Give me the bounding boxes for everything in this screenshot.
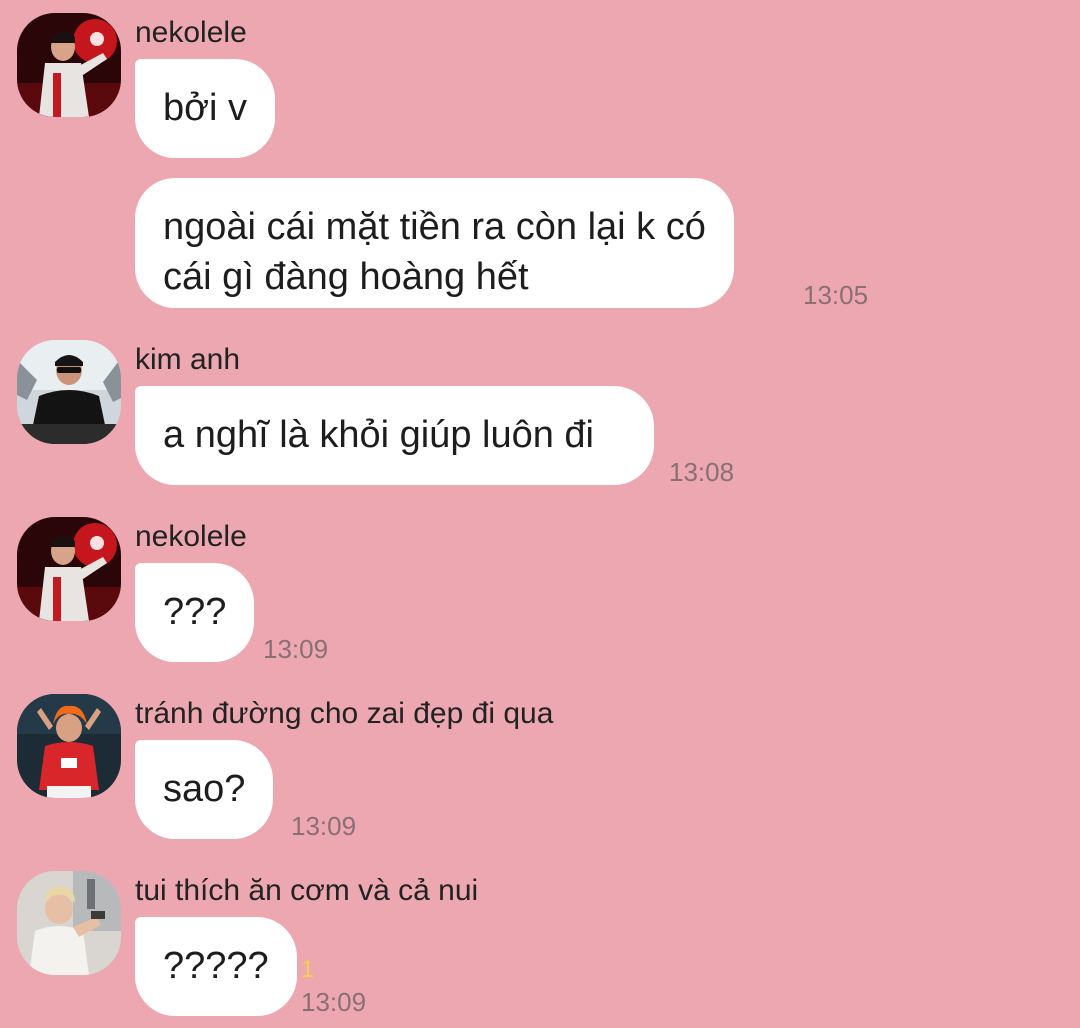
message-bubble[interactable]: bởi v — [135, 59, 276, 158]
message-timestamp: 13:09 — [263, 634, 329, 664]
message-bubble[interactable]: a nghĩ là khỏi giúp luôn đi — [135, 386, 654, 485]
sender-name: nekolele — [135, 16, 247, 49]
avatar-nekolele[interactable] — [17, 517, 121, 621]
avatar-nekolele[interactable] — [17, 13, 121, 117]
avatar-orange-hair[interactable] — [17, 694, 121, 798]
avatar-kim-anh[interactable] — [17, 340, 121, 444]
message-text: bởi v — [163, 87, 248, 129]
message-text: ??? — [163, 591, 227, 633]
message-text: ngoài cái mặt tiền ra còn lại k có — [163, 206, 706, 248]
message-timestamp: 13:09 — [301, 987, 367, 1017]
sender-name: tránh đường cho zai đẹp đi qua — [135, 697, 554, 730]
message-bubble[interactable]: sao? — [135, 740, 274, 839]
message-text: ????? — [163, 945, 269, 987]
chat-message-list[interactable]: nekolele bởi v ngoài cái mặt tiền ra còn… — [0, 0, 1080, 1028]
message-bubble[interactable]: ??? — [135, 563, 255, 662]
message-bubble[interactable]: ngoài cái mặt tiền ra còn lại k có cái g… — [135, 178, 734, 308]
avatar-blonde[interactable] — [17, 871, 121, 975]
message-timestamp: 13:09 — [291, 811, 357, 841]
sender-name: kim anh — [135, 343, 241, 376]
message-text: a nghĩ là khỏi giúp luôn đi — [163, 414, 594, 456]
message-timestamp: 13:05 — [803, 280, 869, 310]
message-bubble[interactable]: ????? — [135, 917, 297, 1016]
sender-name: tui thích ăn cơm và cả nui — [135, 874, 479, 907]
message-text: sao? — [163, 768, 246, 810]
message-timestamp: 13:08 — [669, 457, 735, 487]
message-text: cái gì đàng hoàng hết — [163, 256, 529, 298]
sender-name: nekolele — [135, 520, 247, 553]
unread-count-badge: 1 — [301, 956, 315, 983]
